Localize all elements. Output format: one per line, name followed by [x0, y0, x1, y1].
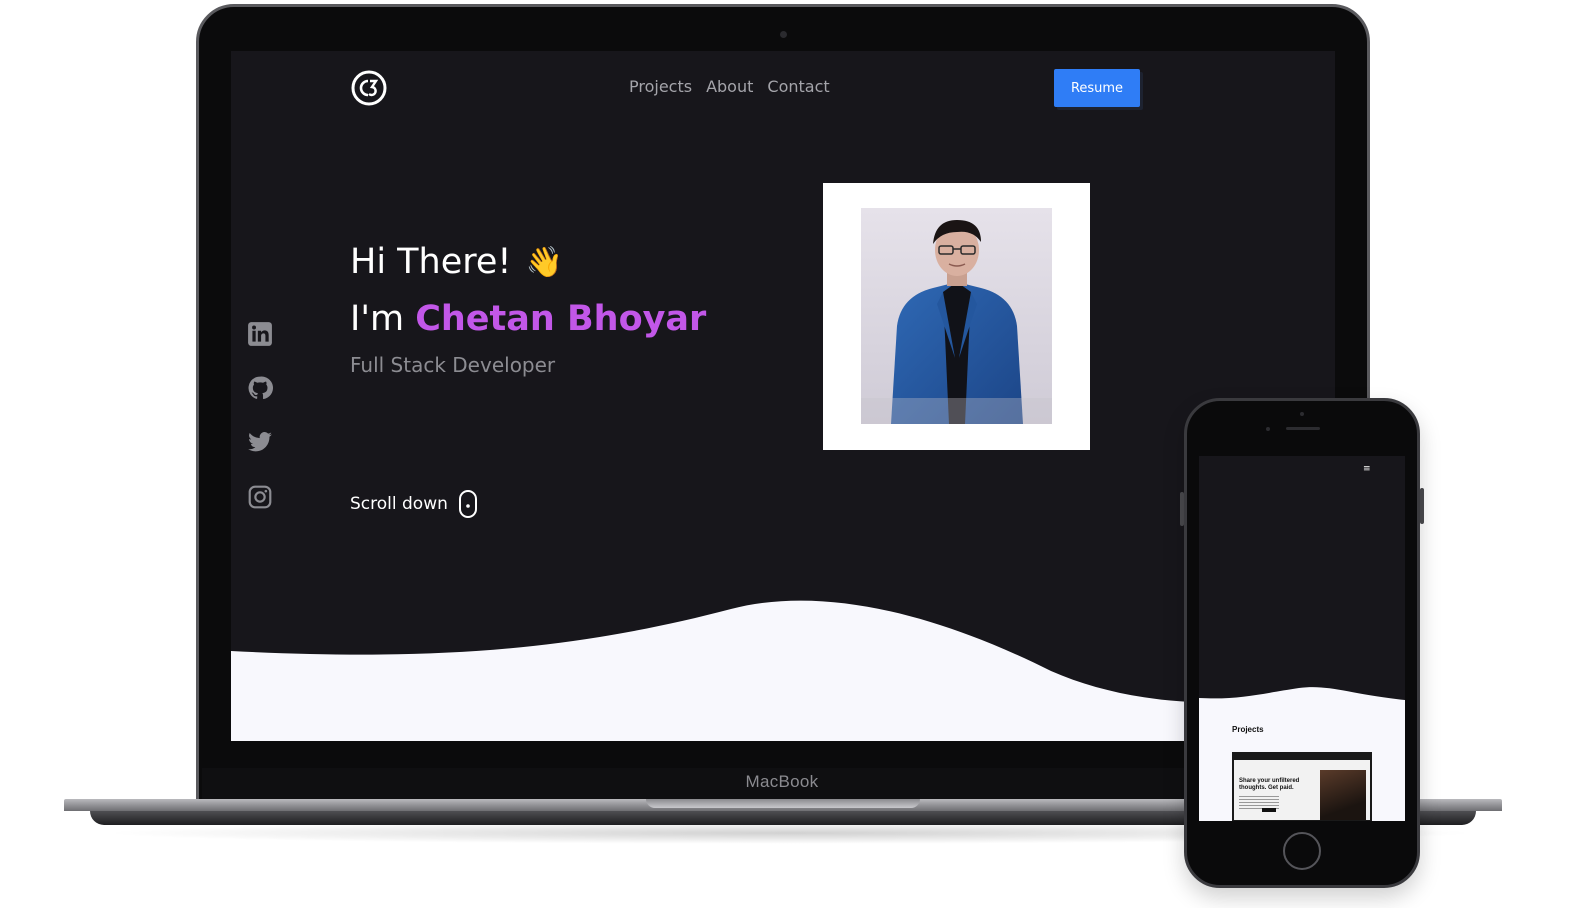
device-mockup-stage: MacBook Projects About Contact Resume Hi…: [0, 0, 1584, 908]
hero-role: Full Stack Developer: [350, 353, 556, 377]
nav-link-about[interactable]: About: [706, 77, 753, 96]
profile-photo: [861, 208, 1052, 424]
mouse-icon: [458, 490, 477, 518]
hamburger-menu-icon[interactable]: ≡: [1363, 464, 1371, 474]
phone-screen: ≡ Projects Share your unfiltered thought…: [1199, 456, 1405, 821]
nav-link-projects[interactable]: Projects: [629, 77, 692, 96]
twitter-icon[interactable]: [247, 429, 273, 455]
laptop-camera: [780, 31, 787, 38]
intro-prefix: I'm: [350, 299, 405, 339]
site-logo-icon[interactable]: [349, 68, 389, 108]
linkedin-icon[interactable]: [247, 321, 273, 347]
project-card-image: [1320, 770, 1366, 820]
project-card-topbar: [1234, 754, 1370, 760]
greeting-text: Hi There!: [350, 242, 512, 282]
nav-link-contact[interactable]: Contact: [767, 77, 829, 96]
project-card-title: Share your unfiltered thoughts. Get paid…: [1239, 778, 1300, 791]
phone-power-button: [1420, 488, 1424, 524]
hero-intro: I'm Chetan Bhoyar: [350, 299, 706, 339]
hero-name: Chetan Bhoyar: [415, 299, 707, 339]
scroll-down-link[interactable]: Scroll down: [350, 489, 478, 519]
phone-sensor: [1266, 427, 1270, 431]
github-icon[interactable]: [247, 375, 273, 401]
mobile-project-card[interactable]: Share your unfiltered thoughts. Get paid…: [1232, 752, 1372, 821]
hero-greeting: Hi There! 👋: [350, 242, 563, 282]
profile-photo-frame: [823, 183, 1090, 450]
instagram-icon[interactable]: [247, 484, 273, 510]
resume-button[interactable]: Resume: [1054, 69, 1140, 107]
laptop-opening-notch: [646, 799, 920, 808]
profile-portrait-image: [861, 208, 1052, 424]
project-card-cta: [1262, 808, 1276, 812]
phone-front-camera: [1300, 412, 1304, 416]
waving-hand-icon: 👋: [525, 244, 563, 280]
laptop-screen: Projects About Contact Resume Hi There! …: [231, 51, 1335, 741]
phone-home-button[interactable]: [1283, 832, 1321, 870]
hero-wave-divider: [231, 600, 1335, 741]
phone-speaker: [1286, 427, 1320, 430]
scroll-down-label: Scroll down: [350, 494, 448, 514]
main-nav: Projects About Contact: [629, 77, 830, 96]
mobile-projects-heading: Projects: [1232, 725, 1264, 734]
